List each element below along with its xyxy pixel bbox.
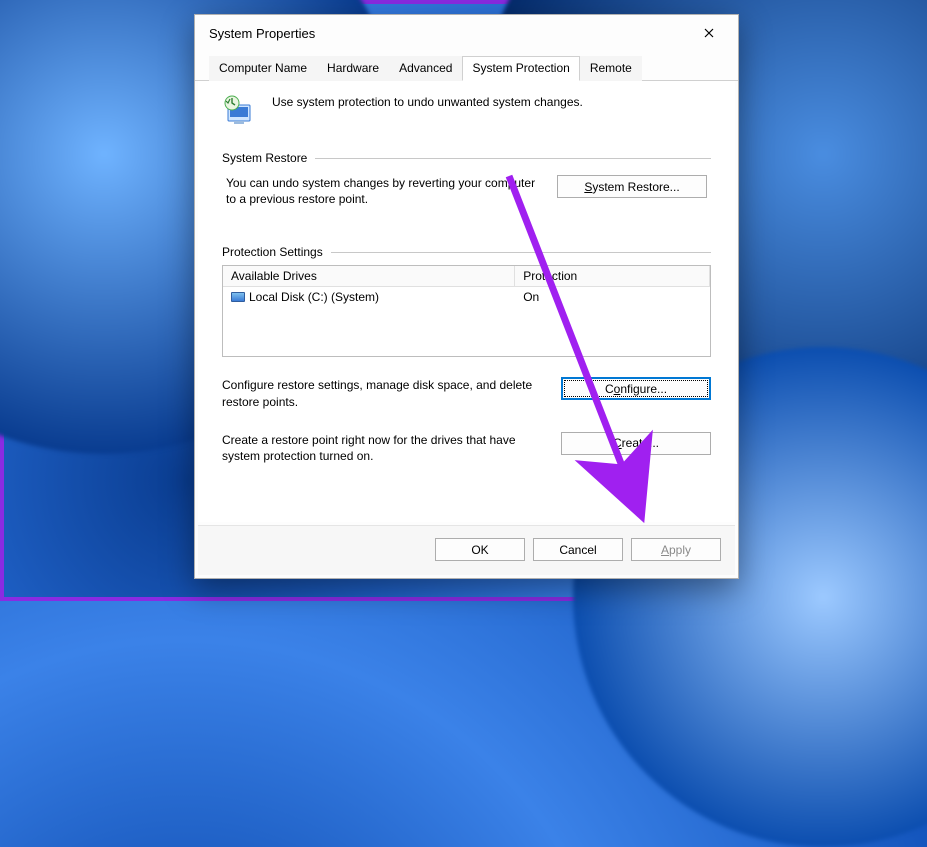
- group-label-restore: System Restore: [222, 151, 307, 165]
- tab-remote[interactable]: Remote: [580, 56, 642, 81]
- system-properties-dialog: System Properties Computer Name Hardware…: [194, 14, 739, 579]
- tab-panel: Use system protection to undo unwanted s…: [198, 81, 735, 522]
- tab-hardware[interactable]: Hardware: [317, 56, 389, 81]
- close-button[interactable]: [688, 18, 730, 48]
- drives-table[interactable]: Available Drives Protection Local Disk (…: [222, 265, 711, 357]
- table-header: Available Drives Protection: [223, 266, 710, 287]
- group-label-protection: Protection Settings: [222, 245, 323, 259]
- drive-icon: [231, 292, 245, 302]
- restore-description: You can undo system changes by reverting…: [226, 175, 543, 207]
- create-button[interactable]: Create...: [561, 432, 711, 455]
- intro-text: Use system protection to undo unwanted s…: [272, 93, 583, 109]
- system-protection-icon: [222, 93, 258, 129]
- close-icon: [704, 28, 714, 38]
- configure-button[interactable]: Configure...: [561, 377, 711, 400]
- dialog-button-row: OK Cancel Apply: [198, 525, 735, 575]
- configure-description: Configure restore settings, manage disk …: [222, 377, 547, 409]
- dialog-title: System Properties: [209, 26, 688, 41]
- table-row[interactable]: Local Disk (C:) (System) On: [223, 287, 710, 307]
- tab-system-protection[interactable]: System Protection: [462, 56, 579, 81]
- drive-protection: On: [515, 287, 710, 307]
- create-description: Create a restore point right now for the…: [222, 432, 547, 464]
- tab-advanced[interactable]: Advanced: [389, 56, 462, 81]
- header-drives[interactable]: Available Drives: [223, 266, 515, 286]
- titlebar: System Properties: [195, 15, 738, 51]
- header-protection[interactable]: Protection: [515, 266, 710, 286]
- system-restore-button[interactable]: System Restore...: [557, 175, 707, 198]
- divider: [315, 158, 711, 159]
- tab-strip: Computer Name Hardware Advanced System P…: [195, 55, 738, 81]
- ok-button[interactable]: OK: [435, 538, 525, 561]
- cancel-button[interactable]: Cancel: [533, 538, 623, 561]
- divider: [331, 252, 711, 253]
- drive-name: Local Disk (C:) (System): [249, 290, 379, 304]
- tab-computer-name[interactable]: Computer Name: [209, 56, 317, 81]
- apply-button[interactable]: Apply: [631, 538, 721, 561]
